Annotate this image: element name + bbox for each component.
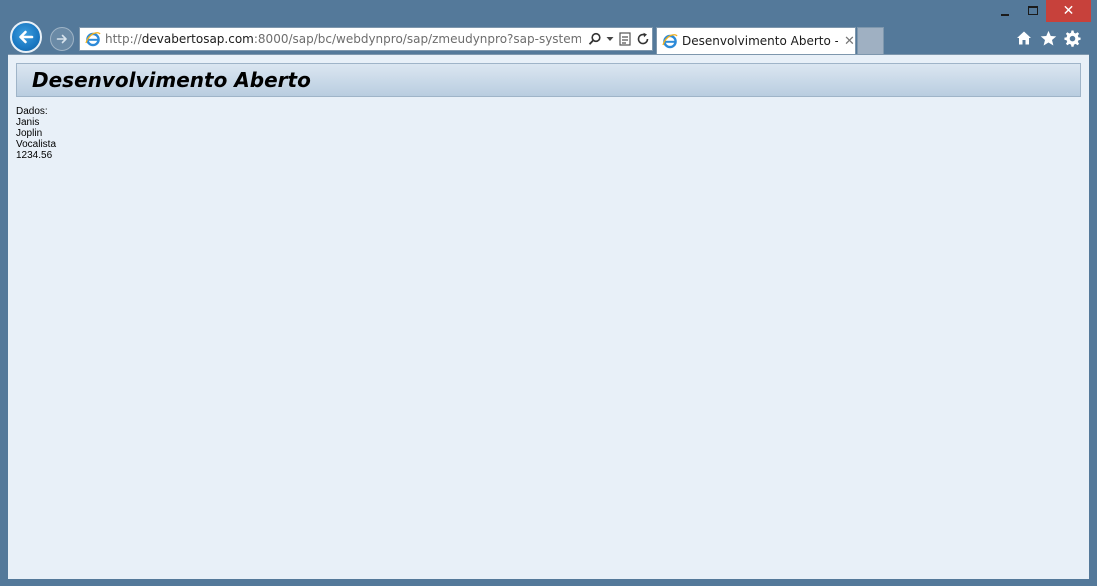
tab-close-icon[interactable]: ✕ (844, 34, 855, 49)
tab-favicon-icon (662, 34, 678, 49)
compatibility-view-icon (619, 32, 631, 46)
data-value-role: Vocalista (16, 139, 57, 150)
home-button[interactable] (1015, 29, 1033, 47)
data-block: Dados: Janis Joplin Vocalista 1234.56 (16, 106, 56, 161)
data-label: Dados: (16, 106, 48, 117)
back-button[interactable] (10, 21, 42, 53)
tools-button[interactable] (1063, 29, 1081, 47)
minimize-icon (1001, 13, 1009, 16)
url-domain: devabertosap.com (141, 32, 254, 46)
tab-title: Desenvolvimento Aberto - ... (682, 34, 838, 48)
data-value-last-name: Joplin (16, 128, 43, 139)
refresh-icon (637, 32, 649, 45)
compatibility-view-button[interactable] (617, 31, 633, 47)
favorites-star-icon (1040, 30, 1056, 46)
address-bar-icons (587, 31, 653, 47)
page-viewport: Desenvolvimento Aberto Dados: Janis Jopl… (8, 54, 1089, 579)
url-prefix: http:// (105, 32, 142, 46)
data-value-first-name: Janis (16, 117, 40, 128)
close-icon: ✕ (1062, 3, 1075, 19)
address-dropdown-button[interactable] (605, 31, 615, 47)
ie-logo-icon (85, 32, 101, 47)
minimize-button[interactable] (994, 0, 1016, 21)
url-text[interactable]: http://devabertosap.com:8000/sap/bc/webd… (105, 32, 581, 46)
search-button[interactable] (587, 31, 603, 47)
new-tab-button[interactable] (857, 27, 884, 54)
tab-active[interactable]: Desenvolvimento Aberto - ... ✕ (656, 27, 856, 54)
browser-window: ✕ http://devabertosap.com:8000/sap/bc/we… (0, 0, 1097, 586)
page-title: Desenvolvimento Aberto (32, 68, 311, 92)
maximize-icon (1028, 6, 1038, 15)
forward-button[interactable] (50, 27, 74, 51)
page-header: Desenvolvimento Aberto (16, 63, 1081, 97)
home-icon (1017, 31, 1031, 45)
dropdown-arrow-icon (606, 37, 614, 41)
favorites-button[interactable] (1039, 29, 1057, 47)
address-bar[interactable]: http://devabertosap.com:8000/sap/bc/webd… (79, 27, 653, 51)
refresh-button[interactable] (635, 31, 651, 47)
search-icon (588, 32, 601, 45)
close-window-button[interactable]: ✕ (1046, 0, 1091, 22)
arrow-right-icon (56, 34, 67, 44)
arrow-left-icon (19, 30, 34, 44)
url-path: :8000/sap/bc/webdynpro/sap/zmeudynpro?sa… (253, 32, 581, 46)
data-value-amount: 1234.56 (16, 150, 53, 161)
tools-gear-icon (1063, 30, 1081, 47)
maximize-button[interactable] (1022, 0, 1044, 21)
